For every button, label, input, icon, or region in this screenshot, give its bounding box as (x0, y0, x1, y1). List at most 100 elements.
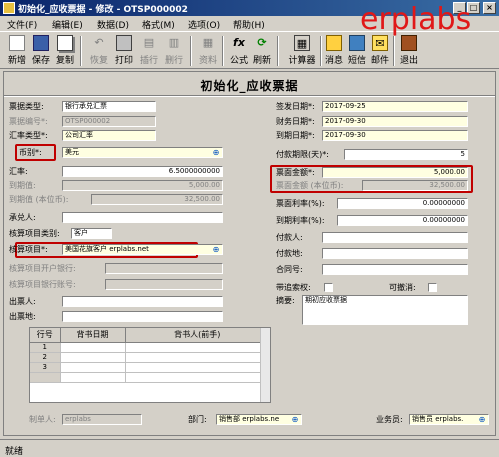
grid-header-endorser: 背书人(前手) (125, 328, 270, 343)
account-item-label: 核算项目*: (9, 245, 48, 254)
menu-help[interactable]: 帮助(H) (233, 18, 265, 31)
menu-file[interactable]: 文件(F) (7, 18, 37, 31)
new-doc-icon: ​ (9, 35, 25, 51)
drawer-field[interactable] (62, 296, 223, 307)
grid-cell[interactable] (125, 342, 270, 353)
currency-field[interactable]: 美元 (62, 147, 223, 158)
dept-lookup-icon[interactable]: ⊕ (290, 415, 300, 424)
currency-lookup-icon[interactable]: ⊕ (211, 148, 221, 157)
exit-button[interactable]: 退出 (398, 34, 420, 68)
table-row[interactable]: 3 (30, 362, 270, 373)
printer-icon (116, 35, 132, 51)
bank-account-field (105, 279, 223, 290)
endorsement-grid[interactable]: 行号 背书日期 背书人(前手) 1 2 3 (29, 327, 271, 403)
grid-scrollbar[interactable] (260, 328, 270, 402)
due-rate-field[interactable]: 0.00000000 (337, 215, 468, 226)
face-rate-field[interactable]: 0.00000000 (337, 198, 468, 209)
calculator-icon: ▦ (294, 35, 310, 51)
salesman-lookup-icon[interactable]: ⊕ (477, 415, 487, 424)
formula-button[interactable]: fx 公式 (228, 34, 250, 68)
cancelable-checkbox[interactable] (428, 283, 437, 292)
mail-button[interactable]: ✉ 邮件 (369, 34, 391, 68)
bill-type-field[interactable]: 银行承兑汇票 (62, 101, 156, 112)
recourse-checkbox[interactable] (324, 283, 333, 292)
row-number (30, 372, 61, 383)
account-item-type-field[interactable]: 客户 (71, 228, 112, 239)
toolbar-separator (393, 36, 395, 66)
grid-cell[interactable] (60, 372, 126, 383)
grid-cell[interactable] (60, 362, 126, 373)
message-icon (326, 35, 342, 51)
menu-format[interactable]: 格式(M) (142, 18, 175, 31)
draw-place-field[interactable] (62, 311, 223, 322)
menu-edit[interactable]: 编辑(E) (52, 18, 83, 31)
copy-button[interactable]: 复制 (54, 34, 76, 68)
toolbar-separator (277, 36, 279, 66)
row-number: 3 (30, 362, 61, 373)
face-amount-base-field: 32,500.00 (362, 180, 468, 191)
grid-cell[interactable] (125, 362, 270, 373)
due-date-label: 到期日期*: (276, 131, 315, 140)
refresh-icon: ⟳ (257, 36, 267, 49)
bank-label: 核算项目开户银行: (9, 264, 76, 273)
grid-cell[interactable] (60, 342, 126, 353)
sign-date-field[interactable]: 2017-09-25 (322, 101, 468, 112)
menu-options[interactable]: 选项(O) (188, 18, 220, 31)
face-amount-base-label: 票面金额 (本位币): (276, 181, 344, 190)
fin-date-field[interactable]: 2017-09-30 (322, 116, 468, 127)
status-bar: 就绪 (0, 439, 499, 457)
row-number: 2 (30, 352, 61, 363)
table-row[interactable]: 1 (30, 342, 270, 353)
pay-place-label: 付款地: (276, 249, 303, 258)
rate-field[interactable]: 6.5000000000 (62, 166, 223, 177)
acceptor-field[interactable] (62, 212, 223, 223)
close-button[interactable]: × (483, 2, 496, 14)
drawer-label: 出票人: (9, 297, 36, 306)
window-title: 初始化_应收票据 - 修改 - OTSP000002 (18, 5, 188, 15)
summary-label: 摘要: (276, 296, 295, 305)
payer-field[interactable] (322, 232, 468, 243)
menu-data[interactable]: 数据(D) (97, 18, 129, 31)
print-button[interactable]: 打印 (113, 34, 135, 68)
contract-no-label: 合同号: (276, 265, 303, 274)
copy-icon (57, 35, 73, 51)
insert-row-button[interactable]: ▤ 插行 (138, 34, 160, 68)
account-item-lookup-icon[interactable]: ⊕ (211, 245, 221, 254)
pay-place-field[interactable] (322, 248, 468, 259)
row-number: 1 (30, 342, 61, 353)
undo-icon: ↶ (94, 36, 104, 49)
term-field[interactable]: 5 (344, 149, 468, 160)
maturity-value-field: 5,000.00 (62, 180, 223, 191)
summary-field[interactable]: 期初应收票据 (302, 295, 468, 325)
exchange-type-field[interactable]: 公司汇率 (62, 130, 156, 141)
message-button[interactable]: 消息 (323, 34, 345, 68)
grid-cell[interactable] (125, 352, 270, 363)
cancelable-label: 可撤消: (389, 283, 416, 292)
toolbar-separator (320, 36, 322, 66)
bill-no-label: 票据编号*: (9, 117, 48, 126)
grid-cell[interactable] (60, 352, 126, 363)
contract-no-field[interactable] (322, 264, 468, 275)
info-button[interactable]: ▦ 资料 (197, 34, 219, 68)
restore-button[interactable]: ↶ 恢复 (88, 34, 110, 68)
status-text: 就绪 (5, 447, 24, 457)
save-button[interactable]: 保存 (30, 34, 52, 68)
delete-row-icon: ▥ (168, 36, 180, 49)
table-row[interactable]: 2 (30, 352, 270, 363)
table-row[interactable] (30, 372, 270, 383)
acceptor-label: 承兑人: (9, 213, 36, 222)
due-rate-label: 到期利率(%): (276, 216, 325, 225)
calculator-button[interactable]: ▦ 计算器 (286, 34, 318, 68)
account-item-field[interactable]: 美国花旗客户 erplabs.net (62, 244, 223, 255)
sms-button[interactable]: 短信 (346, 34, 368, 68)
grid-cell[interactable] (125, 372, 270, 383)
new-button[interactable]: ​新增 (6, 34, 28, 68)
recourse-label: 带追索权: (276, 283, 311, 292)
delete-row-button[interactable]: ▥ 删行 (163, 34, 185, 68)
due-date-field[interactable]: 2017-09-30 (322, 130, 468, 141)
refresh-button[interactable]: ⟳ 刷新 (251, 34, 273, 68)
bill-form: 初始化_应收票据 票据类型: 银行承兑汇票 票据编号*: OTSP000002 … (3, 71, 496, 436)
face-amount-field[interactable]: 5,000.00 (322, 167, 468, 178)
payer-label: 付款人: (276, 233, 303, 242)
info-icon: ▦ (202, 36, 214, 49)
